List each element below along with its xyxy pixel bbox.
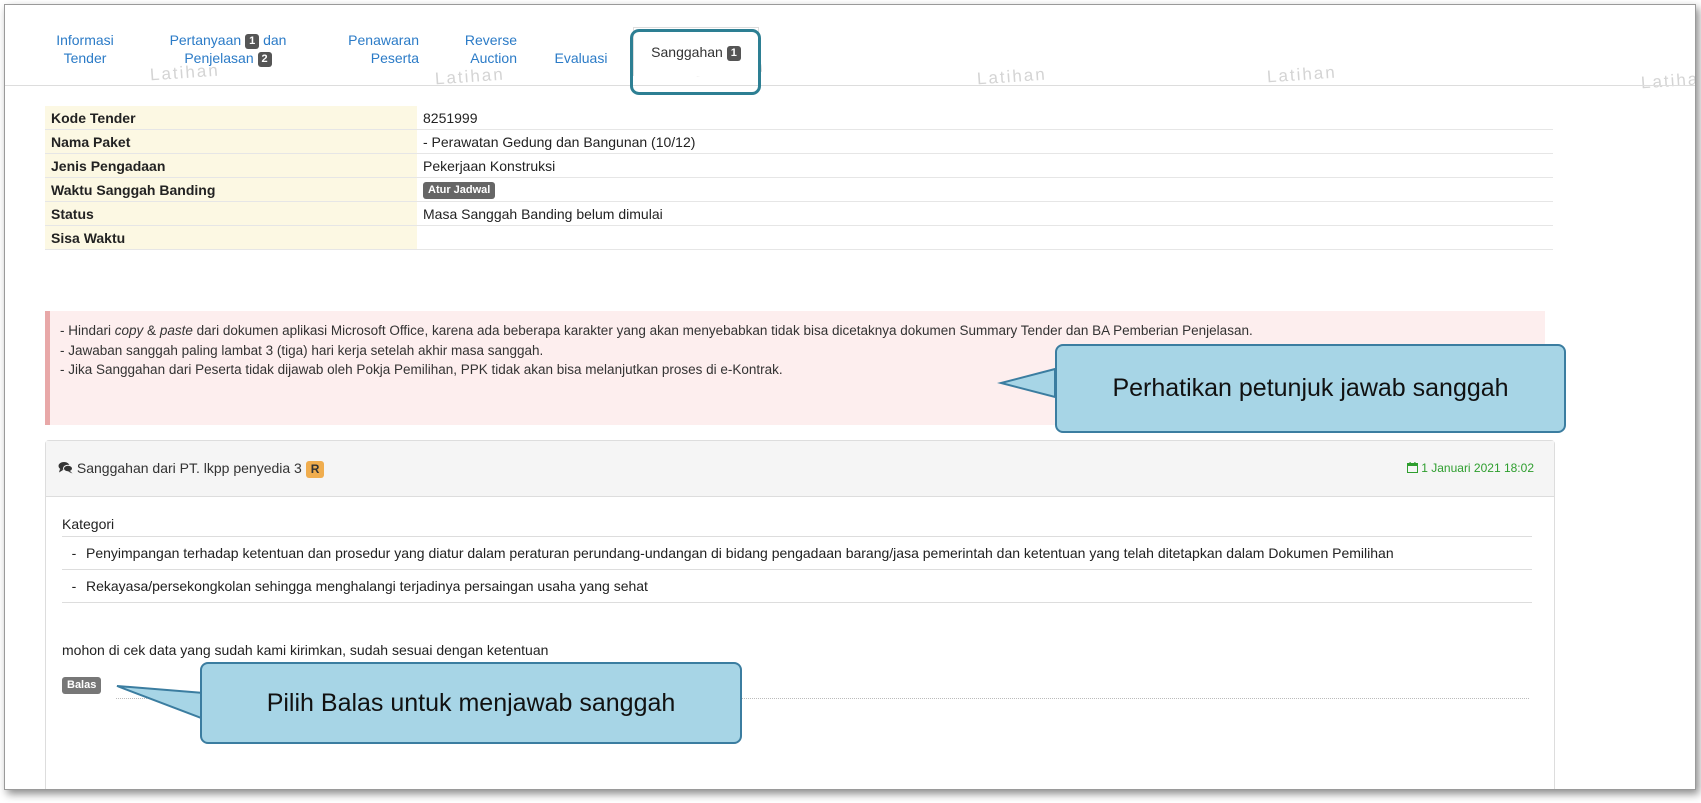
comments-icon xyxy=(58,462,73,474)
tab-informasi-tender[interactable]: Informasi Tender xyxy=(47,31,123,67)
table-row: Sisa Waktu xyxy=(45,225,1553,250)
alert-line: - Hindari copy & paste dari dokumen apli… xyxy=(60,321,1545,341)
row-label: Kode Tender xyxy=(45,106,417,130)
tab-reverse-auction[interactable]: Reverse Auction xyxy=(433,31,517,67)
tab-label: Informasi xyxy=(56,32,114,48)
row-label: Status xyxy=(45,201,417,226)
tab-label: Penjelasan xyxy=(184,50,254,66)
panel-title: Sanggahan dari PT. lkpp penyedia 3 R xyxy=(58,460,325,478)
tab-label: Penawaran xyxy=(348,32,419,48)
row-value: Atur Jadwal xyxy=(417,177,1553,202)
balas-button[interactable]: Balas xyxy=(62,677,102,694)
role-badge: R xyxy=(305,461,325,478)
tab-label: Sanggahan xyxy=(651,44,723,60)
tab-label: Auction xyxy=(470,50,517,66)
row-value xyxy=(417,225,1553,250)
tab-sanggahan[interactable]: Sanggahan 1 xyxy=(633,27,759,76)
sanggahan-title: Sanggahan dari PT. lkpp penyedia 3 xyxy=(76,460,302,476)
sanggahan-message: mohon di cek data yang sudah kami kirimk… xyxy=(62,642,549,658)
table-row: Status Masa Sanggah Banding belum dimulai xyxy=(45,201,1553,226)
tab-pertanyaan-penjelasan[interactable]: Pertanyaan 1 dan Penjelasan 2 xyxy=(153,31,303,67)
tab-label: Reverse xyxy=(464,32,517,48)
tab-label: Evaluasi xyxy=(554,50,608,66)
row-label: Waktu Sanggah Banding xyxy=(45,177,417,202)
list-item: - Penyimpangan terhadap ketentuan dan pro… xyxy=(62,537,1532,570)
row-label: Nama Paket xyxy=(45,129,417,154)
count-badge: 2 xyxy=(257,52,272,67)
panel-header: Sanggahan dari PT. lkpp penyedia 3 R 1 J… xyxy=(46,441,1554,497)
alert-text: - Hindari xyxy=(60,323,115,338)
kategori-title: Kategori xyxy=(62,516,1532,537)
kategori-text: Penyimpangan terhadap ketentuan dan pros… xyxy=(86,545,1394,561)
tab-label: Tender xyxy=(63,50,107,66)
row-value: 8251999 xyxy=(417,106,1553,130)
table-row: Waktu Sanggah Banding Atur Jadwal xyxy=(45,177,1553,202)
panel-date: 1 Januari 2021 18:02 xyxy=(1406,461,1534,475)
table-row: Nama Paket - Perawatan Gedung dan Banguna… xyxy=(45,129,1553,154)
list-item: - Rekayasa/persekongkolan sehingga mengha… xyxy=(62,570,1532,603)
callout-petunjuk: Perhatikan petunjuk jawab sanggah xyxy=(1055,344,1566,433)
alert-text: & xyxy=(143,323,160,338)
table-row: Kode Tender 8251999 xyxy=(45,106,1553,130)
row-label: Jenis Pengadaan xyxy=(45,153,417,178)
atur-jadwal-button[interactable]: Atur Jadwal xyxy=(423,182,496,199)
count-badge: 1 xyxy=(726,46,741,61)
tender-info-table: Kode Tender 8251999 Nama Paket - Perawatan… xyxy=(45,106,1553,250)
table-row: Jenis Pengadaan Pekerjaan Konstruksi xyxy=(45,153,1553,178)
row-value: Pekerjaan Konstruksi xyxy=(417,153,1553,178)
tab-bar: Informasi Tender Pertanyaan 1 dan Penjel… xyxy=(5,5,1695,86)
tab-label: Pertanyaan xyxy=(169,32,242,48)
row-label: Sisa Waktu xyxy=(45,225,417,250)
alert-text: dari dokumen aplikasi Microsoft Office, … xyxy=(192,323,1253,338)
kategori-text: Rekayasa/persekongkolan sehingga menghal… xyxy=(86,578,648,594)
alert-text: copy xyxy=(114,323,144,338)
row-value: Masa Sanggah Banding belum dimulai xyxy=(417,201,1553,226)
date-text: 1 Januari 2021 18:02 xyxy=(1421,461,1534,475)
count-badge: 1 xyxy=(245,34,260,49)
alert-text: paste xyxy=(159,323,193,338)
callout-balas: Pilih Balas untuk menjawab sanggah xyxy=(200,662,742,744)
calendar-icon xyxy=(1406,462,1418,473)
tab-evaluasi[interactable]: Evaluasi xyxy=(545,49,617,67)
tab-label: Peserta xyxy=(370,50,419,66)
tab-label: dan xyxy=(263,32,287,48)
row-value: - Perawatan Gedung dan Bangunan (10/12) xyxy=(417,129,1553,154)
tab-penawaran-peserta[interactable]: Penawaran Peserta xyxy=(329,31,419,67)
kategori-list: Kategori - Penyimpangan terhadap ketentua… xyxy=(62,516,1532,603)
